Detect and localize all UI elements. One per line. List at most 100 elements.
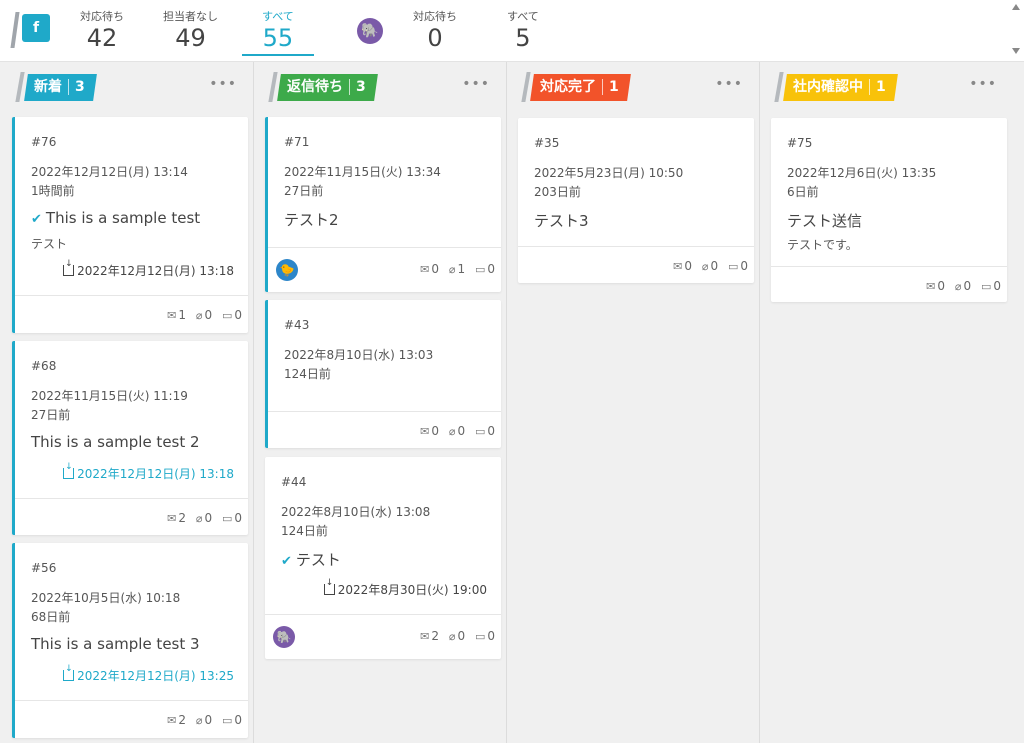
check-icon: ✔	[31, 212, 42, 227]
ticket-due: 2022年12月12日(月) 13:18	[63, 463, 234, 482]
stats-header: f 対応待ち 42 担当者なし 49 すべて 55 🐘 対応待ち 0 すべて 5	[0, 0, 1024, 62]
column-count: 3	[75, 79, 85, 95]
column-stripe	[774, 72, 784, 102]
mail-icon: ✉	[167, 309, 177, 322]
stat-value: 55	[262, 24, 294, 52]
note-count: 0	[234, 511, 242, 525]
column-title: 返信待ち	[287, 79, 343, 95]
note-icon: ▭	[221, 714, 233, 727]
ticket-due-text: 2022年8月30日(火) 19:00	[337, 583, 487, 597]
attachment-icon: ⌀	[954, 280, 962, 293]
check-icon: ✔	[281, 554, 292, 569]
attachment-icon: ⌀	[195, 512, 203, 525]
note-count: 0	[234, 713, 242, 727]
ticket-card[interactable]: #44 2022年8月10日(水) 13:08 124日前 ✔テスト 2022年…	[265, 457, 501, 659]
column-title: 新着	[34, 79, 62, 95]
ticket-age: 68日前	[31, 610, 71, 624]
header-stripe	[10, 12, 20, 48]
brand-logo-icon[interactable]: f	[22, 14, 50, 42]
ticket-due: 2022年8月30日(火) 19:00	[323, 579, 487, 598]
ticket-card[interactable]: #76 2022年12月12日(月) 13:14 1時間前 ✔ This is a…	[12, 117, 248, 333]
column-tag: 返信待ち 3	[277, 74, 378, 101]
stat-value: 49	[175, 24, 206, 52]
mail-count: 1	[178, 308, 187, 322]
note-count: 0	[487, 629, 495, 643]
column-title: 対応完了	[540, 79, 596, 95]
stat-label: 担当者なし	[163, 10, 218, 23]
ticket-title-text: This is a sample test	[45, 209, 201, 227]
more-icon[interactable]: •••	[209, 76, 237, 92]
mail-icon: ✉	[673, 260, 683, 273]
ticket-counts: ✉ 2 ⌀ 0 ▭ 0	[161, 713, 242, 727]
attachment-count: 0	[710, 259, 719, 273]
ticket-card[interactable]: #35 2022年5月23日(月) 10:50 203日前 テスト3 ✉ 0 ⌀ 0…	[518, 118, 754, 283]
attachment-count: 0	[963, 279, 972, 293]
stat-value: 42	[86, 24, 118, 52]
mail-count: 0	[937, 279, 946, 293]
column-tag: 新着 3	[24, 74, 97, 101]
ticket-date: 2022年5月23日(月) 10:50	[534, 166, 684, 180]
ticket-counts: ✉ 1 ⌀ 0 ▭ 0	[161, 308, 242, 322]
ticket-card[interactable]: #56 2022年10月5日(水) 10:18 68日前 This is a s…	[12, 543, 248, 738]
ticket-date: 2022年8月10日(水) 13:03	[284, 348, 434, 362]
ticket-card[interactable]: #71 2022年11月15日(火) 13:34 27日前 テスト2 🐤 ✉ 0 …	[265, 117, 501, 292]
ticket-title: ✔ This is a sample test	[31, 209, 200, 227]
stat-brand-waiting[interactable]: 対応待ち 42	[80, 8, 124, 52]
ticket-due-text: 2022年12月12日(月) 13:18	[77, 467, 234, 481]
stat-user-waiting[interactable]: 対応待ち 0	[413, 8, 457, 52]
more-icon[interactable]: •••	[462, 76, 490, 92]
attachment-icon: ⌀	[195, 309, 203, 322]
ticket-date: 2022年10月5日(水) 10:18	[31, 591, 181, 605]
column-title: 社内確認中	[793, 79, 863, 95]
column-header: 新着 3 •••	[2, 70, 253, 102]
inbox-download-icon	[63, 665, 75, 681]
ticket-card[interactable]: #43 2022年8月10日(水) 13:03 124日前 ✉ 0 ⌀ 0 ▭ 0	[265, 300, 501, 448]
note-count: 0	[487, 424, 495, 438]
ticket-age: 27日前	[31, 408, 71, 422]
divider	[268, 411, 501, 412]
column-count: 1	[609, 79, 619, 95]
attachment-count: 0	[204, 308, 213, 322]
ticket-date: 2022年11月15日(火) 11:19	[31, 389, 188, 403]
column-stripe	[521, 72, 531, 102]
column-tag: 対応完了 1	[530, 74, 631, 101]
note-count: 0	[487, 262, 495, 276]
stat-label: 対応待ち	[413, 10, 457, 23]
mail-count: 2	[178, 511, 187, 525]
ticket-title: テスト3	[534, 212, 589, 230]
column-tag: 社内確認中 1	[783, 74, 898, 101]
note-count: 0	[740, 259, 748, 273]
inbox-download-icon	[63, 463, 75, 479]
note-icon: ▭	[474, 630, 486, 643]
attachment-icon: ⌀	[701, 260, 709, 273]
ticket-card[interactable]: #75 2022年12月6日(火) 13:35 6日前 テスト送信 テストです。…	[771, 118, 1007, 302]
note-icon: ▭	[474, 425, 486, 438]
stat-user-all[interactable]: すべて 5	[507, 8, 539, 52]
inbox-download-icon	[63, 260, 75, 276]
divider	[518, 246, 754, 247]
more-icon[interactable]: •••	[715, 76, 743, 92]
stat-label: すべて	[507, 10, 539, 23]
mail-icon: ✉	[167, 714, 177, 727]
elephant-avatar-icon[interactable]: 🐘	[273, 626, 295, 648]
duck-avatar-icon[interactable]: 🐤	[276, 259, 298, 281]
mail-icon: ✉	[420, 425, 430, 438]
more-icon[interactable]: •••	[969, 76, 997, 92]
divider	[15, 700, 248, 701]
column-stripe	[268, 72, 278, 102]
stat-brand-all[interactable]: すべて 55	[242, 8, 314, 56]
ticket-id: #68	[31, 359, 57, 373]
ticket-age: 27日前	[284, 184, 324, 198]
ticket-age: 203日前	[534, 185, 581, 199]
stat-brand-unassigned[interactable]: 担当者なし 49	[163, 8, 218, 52]
note-count: 0	[234, 308, 242, 322]
ticket-due: 2022年12月12日(月) 13:18	[63, 260, 234, 279]
divider	[15, 295, 248, 296]
ticket-age: 1時間前	[31, 184, 75, 198]
scroll-up-icon[interactable]	[1012, 4, 1020, 10]
user-elephant-avatar-icon[interactable]: 🐘	[357, 18, 383, 44]
scroll-down-icon[interactable]	[1012, 48, 1020, 54]
stat-value: 5	[515, 24, 531, 52]
mail-count: 2	[178, 713, 187, 727]
ticket-card[interactable]: #68 2022年11月15日(火) 11:19 27日前 This is a …	[12, 341, 248, 535]
